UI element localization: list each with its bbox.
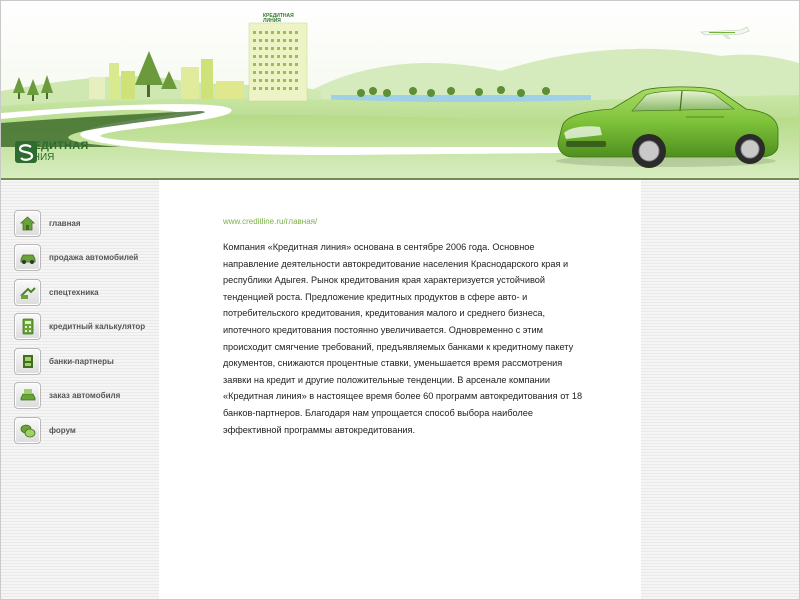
nav-item-forum[interactable]: форум	[14, 413, 159, 448]
nav-label-car-order: заказ автомобиля	[49, 391, 121, 401]
company-logo[interactable]: КРЕДИТНАЯ ЛИНИЯ	[15, 141, 88, 163]
nav-item-home[interactable]: главная	[14, 206, 159, 241]
nav-label-forum: форум	[49, 425, 76, 435]
nav-label-machinery: спецтехника	[49, 287, 99, 297]
bank-icon	[14, 347, 41, 375]
nav-item-partner-banks[interactable]: банки-партнеры	[14, 344, 159, 379]
nav-label-car-sales: продажа автомобилей	[49, 253, 139, 263]
nav-label-calculator: кредитный калькулятор	[49, 322, 146, 332]
order-icon	[14, 382, 41, 410]
page-frame: КРЕДИТНАЯ ЛИНИЯ КРЕДИТНАЯ ЛИНИЯ главная	[0, 0, 800, 600]
main-navigation: главная продажа автомобилей спецтехника …	[14, 206, 159, 448]
nav-item-car-order[interactable]: заказ автомобиля	[14, 379, 159, 414]
tower-sign-line2: ЛИНИЯ	[263, 18, 281, 24]
article-text: Компания «Кредитная линия» основана в се…	[223, 242, 583, 435]
nav-item-calculator[interactable]: кредитный калькулятор	[14, 310, 159, 345]
header-banner: КРЕДИТНАЯ ЛИНИЯ КРЕДИТНАЯ ЛИНИЯ	[1, 1, 799, 179]
car-icon	[14, 244, 41, 272]
machinery-icon	[14, 278, 41, 306]
forum-icon	[14, 416, 41, 444]
calculator-icon	[14, 313, 41, 341]
nav-label-partner-banks: банки-партнеры	[49, 356, 114, 366]
nav-label-home: главная	[49, 218, 81, 228]
landscape-illustration	[1, 1, 799, 179]
breadcrumb[interactable]: www.creditline.ru/главная/	[223, 217, 317, 226]
nav-item-machinery[interactable]: спецтехника	[14, 275, 159, 310]
logo-s-icon	[15, 141, 37, 163]
nav-item-car-sales[interactable]: продажа автомобилей	[14, 241, 159, 276]
right-sidebar-background	[641, 180, 799, 599]
tower-sign: КРЕДИТНАЯ ЛИНИЯ	[263, 14, 294, 24]
home-icon	[14, 209, 41, 237]
